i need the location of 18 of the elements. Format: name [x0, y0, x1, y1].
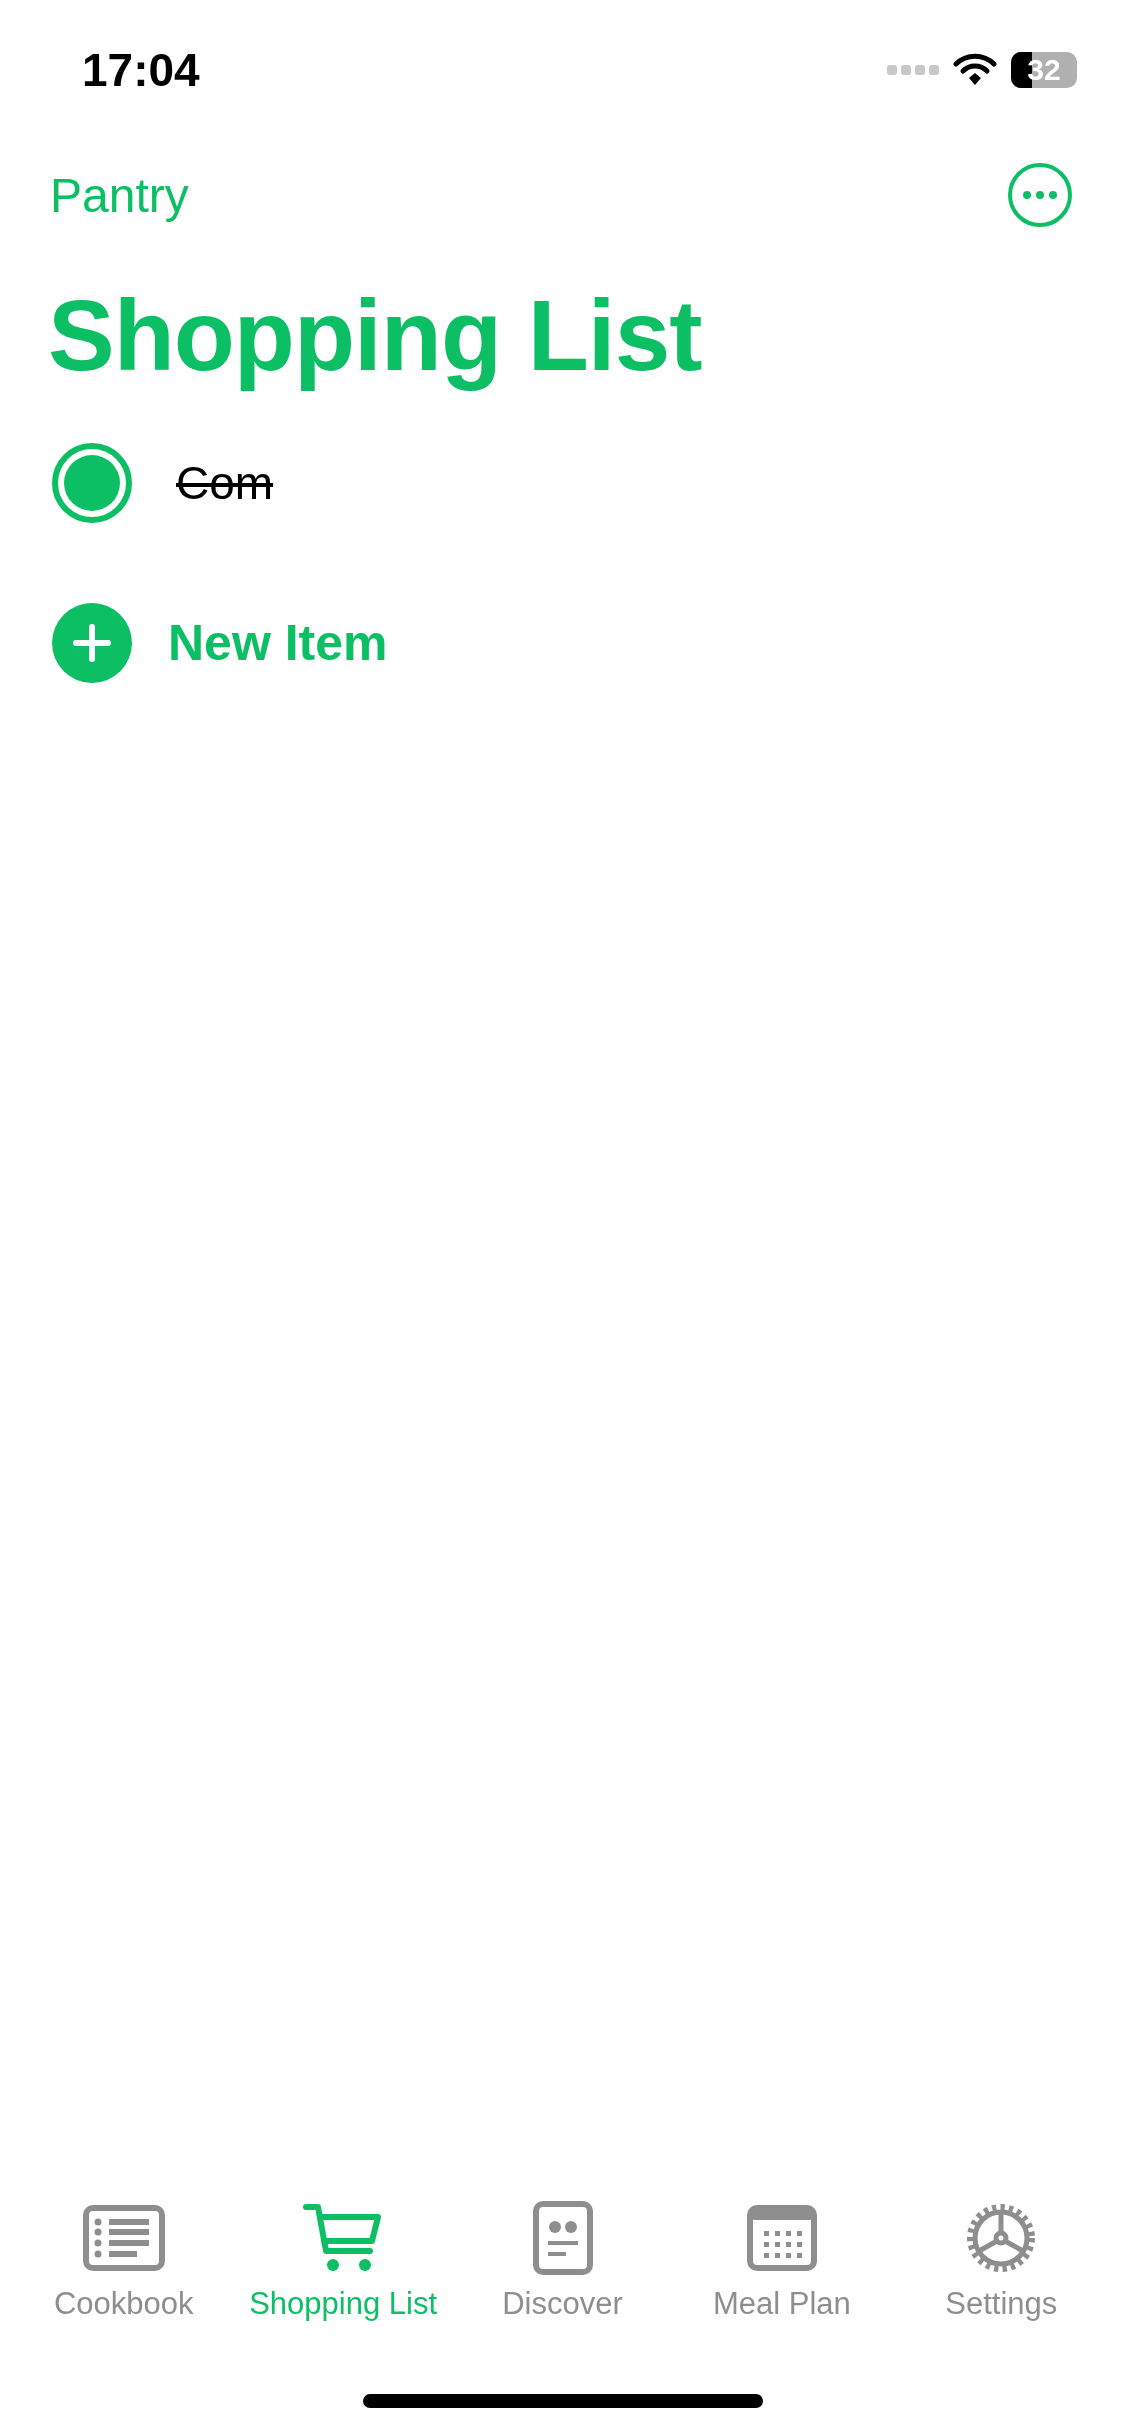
tab[interactable]: Meal Plan	[672, 2198, 892, 2322]
status-time: 17:04	[82, 43, 200, 97]
quote-card-icon	[532, 2201, 593, 2275]
calendar-icon	[746, 2205, 817, 2271]
item-name: Com	[176, 456, 274, 510]
cart-icon	[303, 2203, 384, 2273]
tab[interactable]: Settings	[891, 2198, 1112, 2322]
tab[interactable]: Discover	[452, 2198, 673, 2322]
more-icon[interactable]	[1007, 162, 1073, 228]
tab[interactable]: Shopping List	[233, 2198, 453, 2322]
tab[interactable]: Cookbook	[14, 2198, 234, 2322]
wifi-icon	[953, 53, 997, 87]
signal-icon	[887, 63, 939, 77]
list-icon	[82, 2205, 165, 2271]
page-title: Shopping List	[48, 278, 703, 393]
plus-icon	[52, 603, 132, 683]
new-item-button[interactable]: New Item	[52, 603, 388, 683]
back-button[interactable]: Pantry	[50, 167, 189, 223]
